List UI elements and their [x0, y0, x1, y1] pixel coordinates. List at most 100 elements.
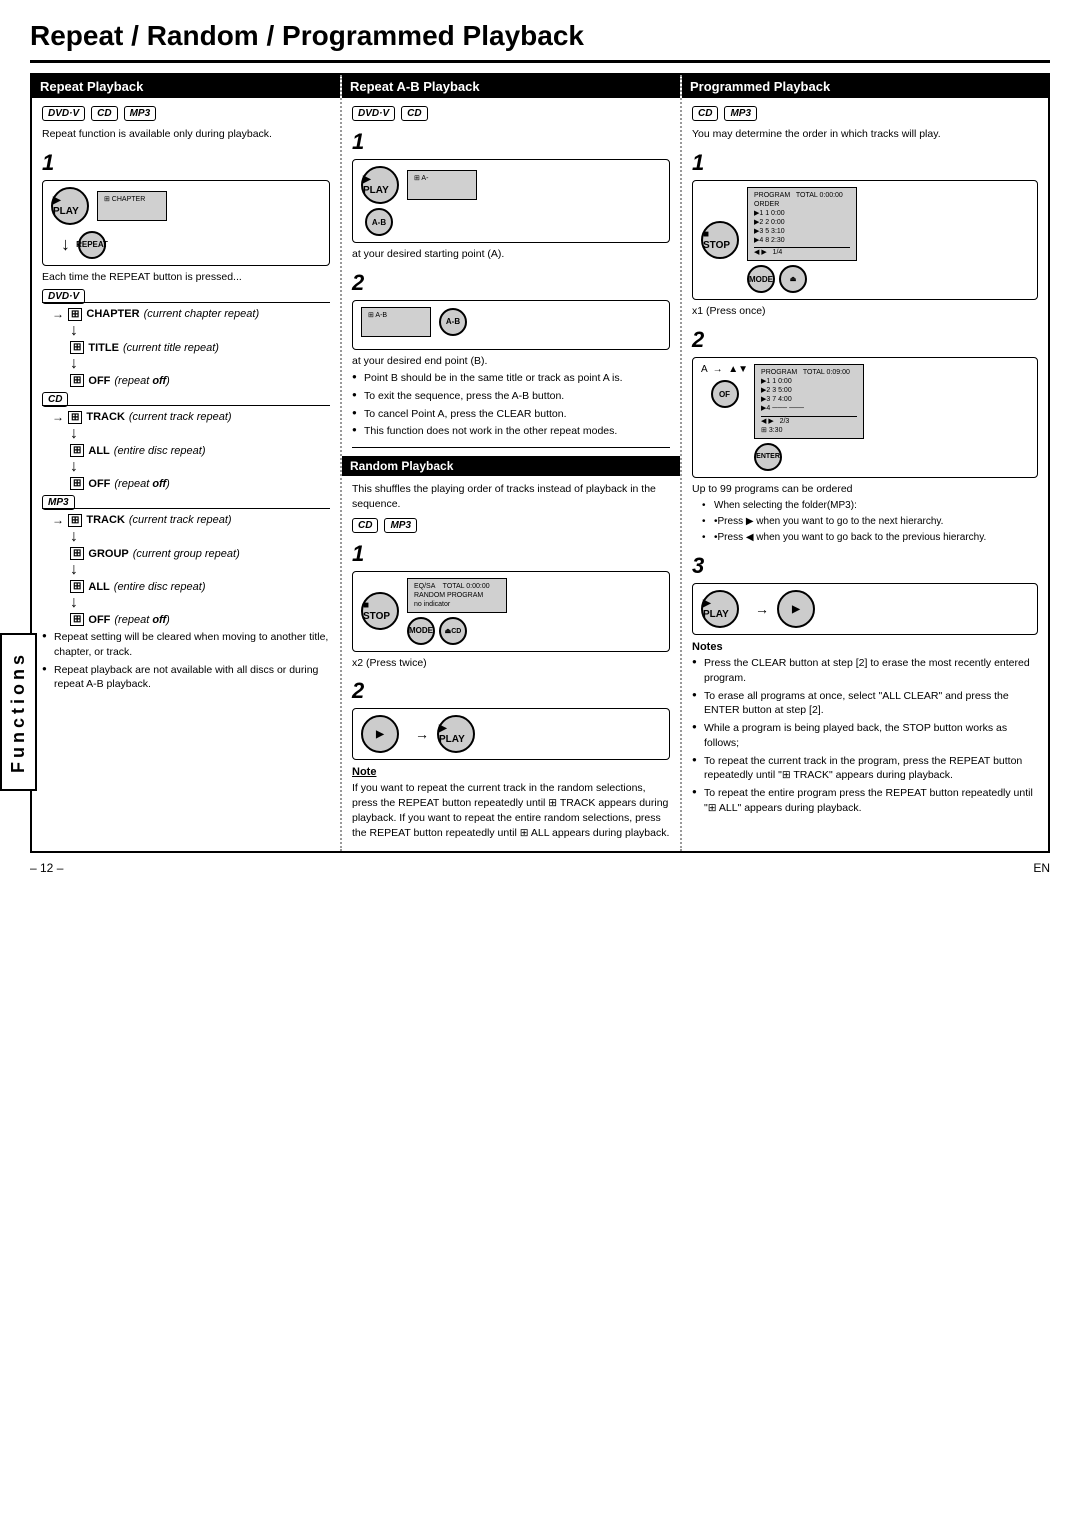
chapter-screen: ⊞ CHAPTER — [97, 191, 167, 221]
random-step1-caption: x2 (Press twice) — [352, 656, 670, 671]
ab-bullets: Point B should be in the same title or t… — [352, 371, 670, 439]
random-intro: This shuffles the playing order of track… — [352, 482, 670, 511]
page-number: – 12 – — [30, 861, 63, 875]
functions-sidebar-label: Functions — [0, 633, 37, 791]
ab-step2-caption: at your desired end point (B). — [352, 354, 670, 369]
random-note-text: If you want to repeat the current track … — [352, 781, 670, 840]
chapter-display: ⊞ CHAPTER — [104, 195, 160, 204]
prog-stop-btn: ■ STOP — [701, 221, 739, 259]
random-step1-num: 1 — [352, 541, 670, 567]
random-header: Random Playback — [342, 456, 680, 476]
ab-bullet-2: To cancel Point A, press the CLEAR butto… — [352, 407, 670, 422]
mp3-chain-all: ⊞ ALL (entire disc repeat) — [52, 580, 330, 593]
random-step1-diagram: ■ STOP EQ/SA TOTAL 0:00:00 RANDOM PROGRA… — [352, 571, 670, 652]
cd-section-label: CD — [42, 393, 330, 406]
repeat-step1-diagram: ▶ PLAY ⊞ CHAPTER ↓ REPEAT — [42, 180, 330, 266]
prog-note-1: To erase all programs at once, select "A… — [692, 689, 1038, 718]
prog-note-6: To repeat the entire program press the R… — [692, 786, 1038, 815]
dvd-section-label: DVD·V — [42, 290, 330, 303]
cd-chain-group: → ⊞ TRACK (current track repeat) ↓ ⊞ ALL… — [52, 410, 330, 490]
prog-screen2: PROGRAM TOTAL 0:09:00 ▶1 1 0:00 ▶2 3 5:0… — [754, 364, 864, 439]
dvd-badge: DVD·V — [42, 106, 85, 121]
prog-play2-btn: ▶ — [777, 590, 815, 628]
repeat-playback-column: Repeat Playback DVD·V CD MP3 Repeat func… — [32, 75, 342, 851]
prog-step3-num: 3 — [692, 553, 1038, 579]
mode-btn: MODE — [407, 617, 435, 645]
repeat-button-icon: REPEAT — [78, 231, 106, 259]
page-lang: EN — [1033, 861, 1050, 875]
random-stop-btn: ■ STOP — [361, 592, 399, 630]
prog-screen1: PROGRAM TOTAL 0:00:00 ORDER ▶1 1 0:00 ▶2… — [747, 187, 857, 262]
ab-button-icon: A-B — [365, 208, 393, 236]
ab-play-btn: ▶ PLAY — [361, 166, 399, 204]
ab-bullet-0: Point B should be in the same title or t… — [352, 371, 670, 386]
mp3-section-label: MP3 — [42, 496, 330, 509]
dvd-chain-off: ⊞ OFF (repeat off) — [52, 374, 330, 387]
random-note-label: Note — [352, 766, 670, 778]
prog-step1-caption: x1 (Press once) — [692, 304, 1038, 319]
ab-a-screen: ⊞ A- — [407, 170, 477, 200]
ab-play-remote: ▶ PLAY — [361, 166, 399, 204]
prog-note-0: Press the CLEAR button at step [2] to er… — [692, 656, 1038, 685]
cd-chain-off: ⊞ OFF (repeat off) — [52, 477, 330, 490]
prog-note-2: While a program is being played back, th… — [692, 721, 1038, 750]
prog-mp3-badge: MP3 — [724, 106, 757, 121]
prog-step2-caption: Up to 99 programs can be ordered — [692, 482, 1038, 497]
random-screen: EQ/SA TOTAL 0:00:00 RANDOM PROGRAM no in… — [407, 578, 507, 613]
random-step2-num: 2 — [352, 678, 670, 704]
programmed-column: Programmed Playback CD MP3 You may deter… — [682, 75, 1048, 851]
ab-step2-num: 2 — [352, 270, 670, 296]
random-badges: CD MP3 — [352, 518, 670, 533]
prog-step2-sub: When selecting the folder(MP3): •Press ▶… — [692, 499, 1038, 545]
mp3-chain-off: ⊞ OFF (repeat off) — [52, 613, 330, 626]
play-button-icon: ▶ PLAY — [51, 187, 89, 225]
prog-play-btn: ▶ PLAY — [701, 590, 739, 628]
play-remote: ▶ PLAY — [51, 187, 89, 225]
prog-badges: CD MP3 — [692, 106, 1038, 121]
mode-btn2: MODE — [747, 265, 775, 293]
prog-notes-list: Press the CLEAR button at step [2] to er… — [692, 656, 1038, 815]
cd-chain-all: ⊞ ALL (entire disc repeat) — [52, 444, 330, 457]
prog-sub-0: When selecting the folder(MP3): — [702, 499, 1038, 513]
page-bottom: – 12 – EN — [30, 861, 1050, 875]
ab-step1-diagram: ▶ PLAY ⊞ A- A-B — [352, 159, 670, 243]
prog-step2-diagram: A → ▲▼ OF PROGRAM TOTAL 0:09:00 ▶1 1 0:0… — [692, 357, 1038, 478]
prog-step1-num: 1 — [692, 150, 1038, 176]
mp3-badge: MP3 — [124, 106, 157, 121]
content-columns: Repeat Playback DVD·V CD MP3 Repeat func… — [30, 73, 1050, 853]
mp3-chain-group: ⊞ GROUP (current group repeat) — [52, 547, 330, 560]
repeat-ab-header: Repeat A-B Playback — [342, 75, 680, 98]
prog-stop-remote: ■ STOP — [701, 221, 739, 259]
page-title: Repeat / Random / Programmed Playback — [30, 20, 1050, 63]
mp3-chain-track: → ⊞ TRACK (current track repeat) — [52, 513, 330, 527]
random-stop-remote: ■ STOP — [361, 592, 399, 630]
prog-step1-diagram: ■ STOP PROGRAM TOTAL 0:00:00 ORDER ▶1 1 … — [692, 180, 1038, 301]
dvd-chain-title: ⊞ TITLE (current title repeat) — [52, 341, 330, 354]
repeat-bullet-2: Repeat playback are not available with a… — [42, 663, 330, 692]
prog-note-5: To repeat the current track in the progr… — [692, 754, 1038, 783]
of-btn: OF — [711, 380, 739, 408]
cd-badge: CD — [91, 106, 117, 121]
repeat-ab-column: Repeat A-B Playback DVD·V CD 1 ▶ PLAY ⊞ … — [342, 75, 682, 851]
prog-cd-badge: CD — [692, 106, 718, 121]
cd-btn2: ⏏ — [779, 265, 807, 293]
repeat-header: Repeat Playback — [32, 75, 340, 98]
cd-chain-track: → ⊞ TRACK (current track repeat) — [52, 410, 330, 424]
dvd-chain-group: → ⊞ CHAPTER (current chapter repeat) ↓ ⊞… — [52, 307, 330, 387]
mp3-chain-group: → ⊞ TRACK (current track repeat) ↓ ⊞ GRO… — [52, 513, 330, 626]
prog-step3-diagram: ▶ PLAY → ▶ — [692, 583, 1038, 635]
random-cd-badge: CD — [352, 518, 378, 533]
cd-btn: ⏏CD — [439, 617, 467, 645]
ab-dvd-badge: DVD·V — [352, 106, 395, 121]
ab-b-screen: ⊞ A-B — [361, 307, 431, 337]
prog-sub-1: •Press ▶ when you want to go to the next… — [702, 515, 1038, 529]
ab-step1-num: 1 — [352, 129, 670, 155]
repeat-step1-caption: Each time the REPEAT button is pressed..… — [42, 270, 330, 285]
repeat-intro: Repeat function is available only during… — [42, 127, 330, 142]
ab-bullet-3: This function does not work in the other… — [352, 424, 670, 439]
repeat-step1-num: 1 — [42, 150, 330, 176]
programmed-header: Programmed Playback — [682, 75, 1048, 98]
random-play-btn: ▶ — [361, 715, 399, 753]
section-divider — [352, 447, 670, 448]
prog-sub-2: •Press ◀ when you want to go back to the… — [702, 531, 1038, 545]
